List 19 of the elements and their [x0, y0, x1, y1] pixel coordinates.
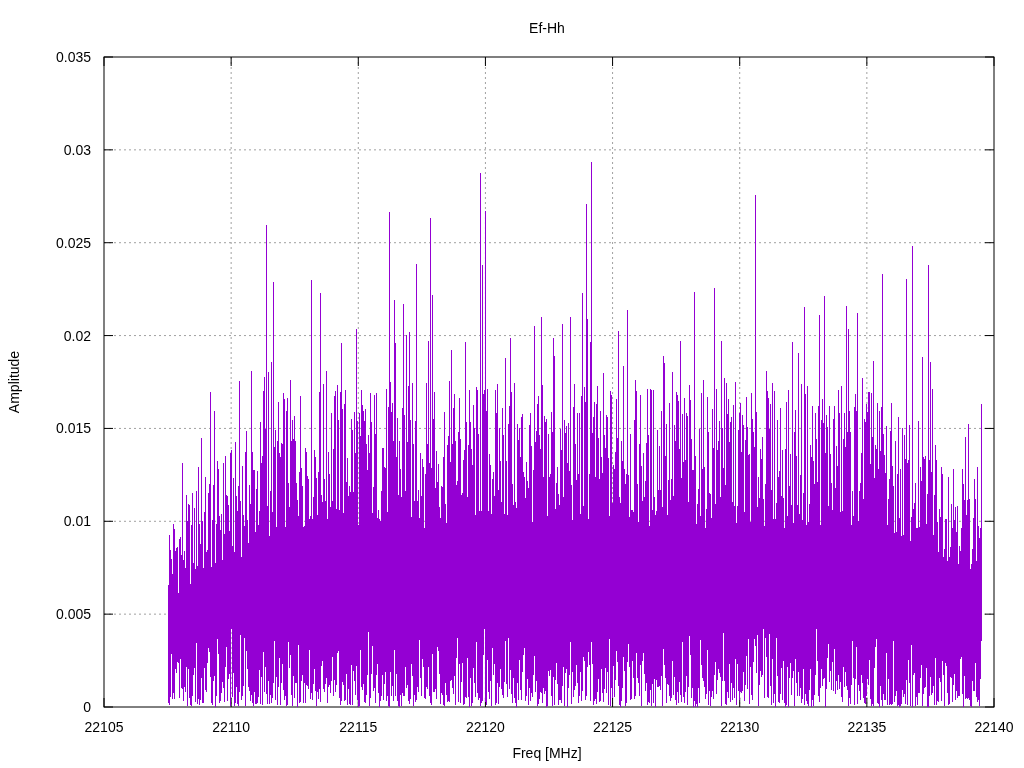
chart-title: Ef-Hh	[529, 20, 565, 36]
y-tick-label: 0.025	[55, 234, 91, 251]
y-tick-label: 0.01	[63, 513, 91, 530]
y-tick-label: 0	[83, 699, 91, 715]
y-tick-label: 0.005	[55, 606, 91, 623]
x-axis-label: Freq [MHz]	[512, 745, 582, 761]
y-tick-label: 0.015	[55, 420, 91, 437]
x-tick-label: 22135	[847, 719, 887, 735]
x-tick-label: 22125	[593, 719, 633, 735]
x-tick-label: 22130	[720, 719, 760, 735]
x-tick-label: 22120	[465, 719, 505, 735]
x-tick-label: 22110	[212, 719, 251, 735]
y-tick-label: 0.035	[55, 49, 91, 65]
x-tick-label: 22140	[974, 719, 1014, 735]
x-tick-label: 22105	[84, 719, 124, 735]
x-tick-label: 22115	[339, 719, 378, 735]
y-tick-label: 0.03	[63, 141, 91, 158]
y-axis-label: Amplitude	[6, 350, 22, 414]
y-tick-label: 0.02	[63, 327, 91, 344]
